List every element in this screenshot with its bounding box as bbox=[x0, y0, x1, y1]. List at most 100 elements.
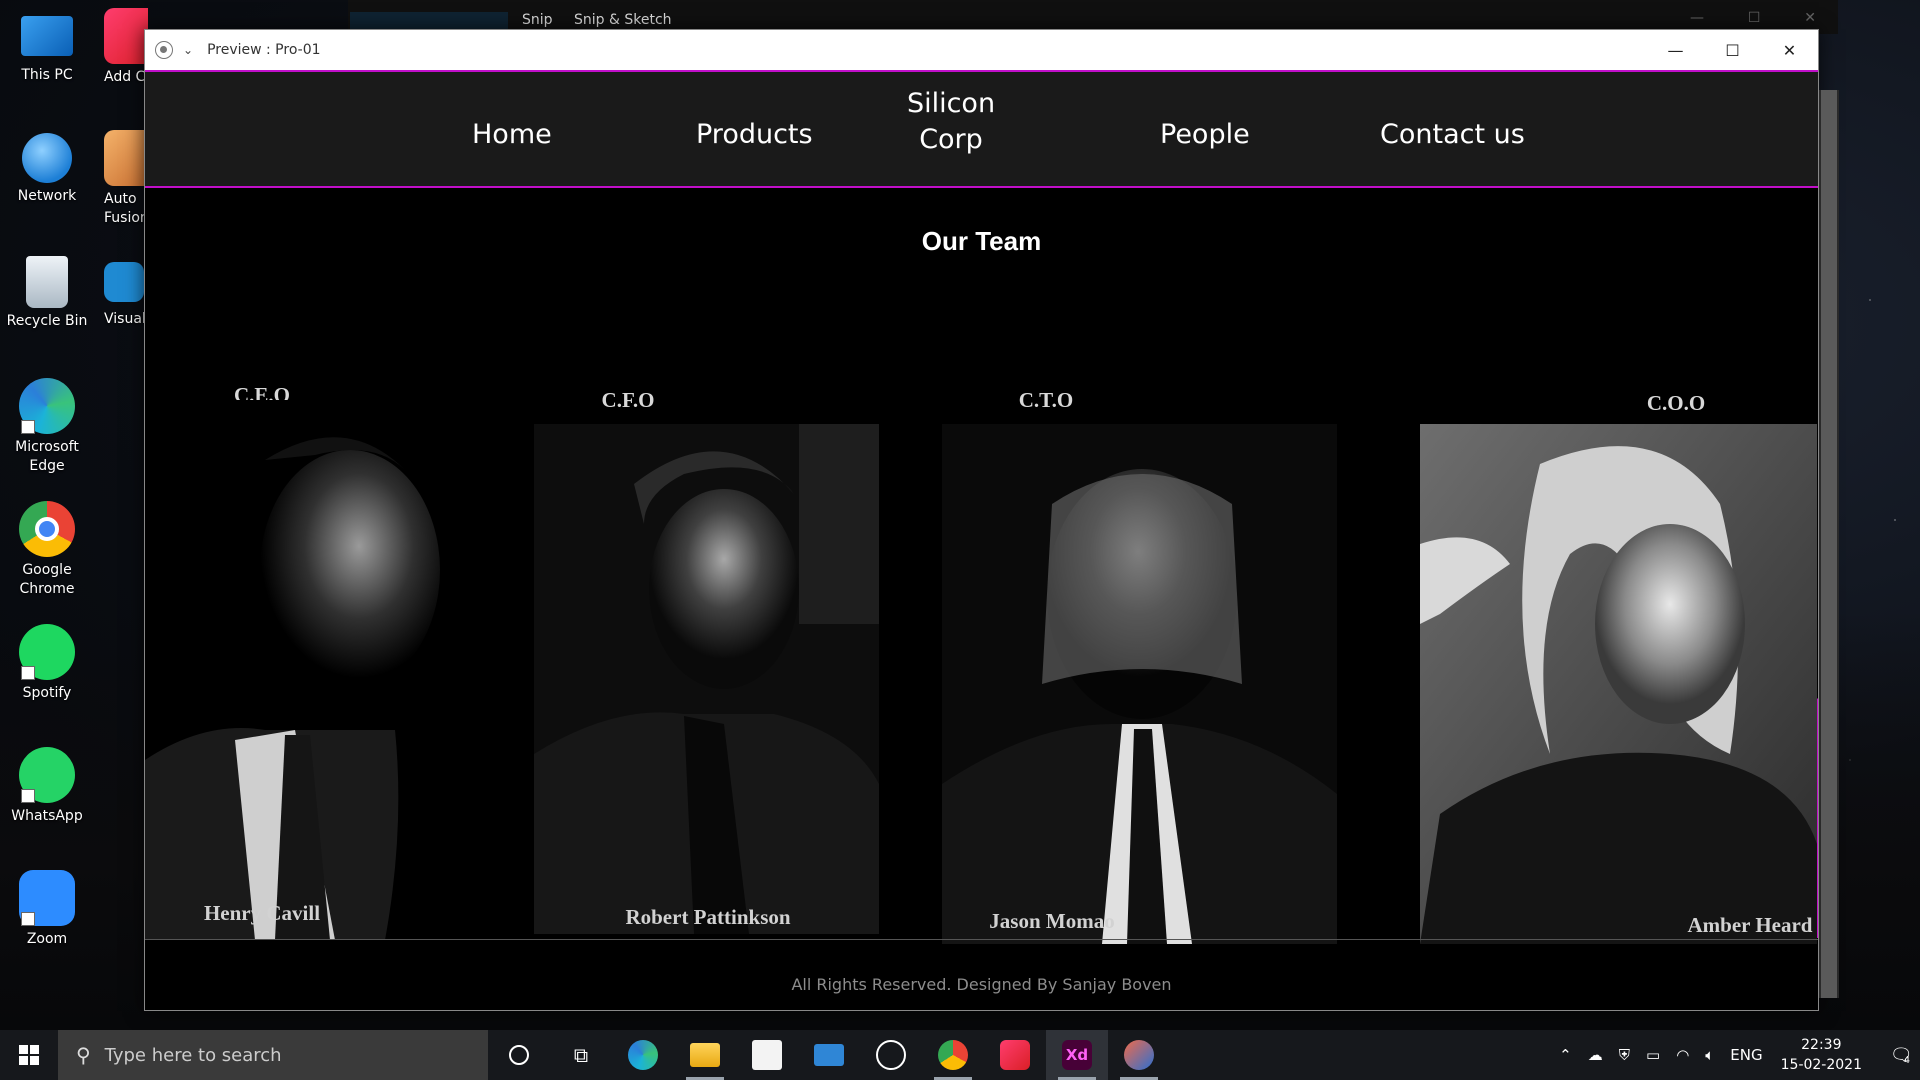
desktop-icon-label: Add Crea bbox=[104, 69, 148, 85]
task-view-button[interactable]: ⧉ bbox=[550, 1030, 612, 1080]
site-navbar: Home Products Silicon Corp People Contac… bbox=[145, 70, 1818, 188]
desktop-icon-zoom[interactable]: Zoom bbox=[0, 870, 94, 949]
taskbar-store[interactable] bbox=[736, 1030, 798, 1080]
search-icon: ⚲ bbox=[76, 1043, 91, 1067]
defender-icon[interactable]: ⛨ bbox=[1619, 1046, 1630, 1064]
desktop-icon-label: Microsoft Edge bbox=[15, 439, 79, 474]
member-photo bbox=[942, 424, 1337, 944]
desktop-icon-label: WhatsApp bbox=[11, 808, 83, 824]
close-button[interactable]: ✕ bbox=[1761, 30, 1818, 70]
chrome-icon bbox=[19, 501, 75, 557]
clock-date: 15-02-2021 bbox=[1780, 1057, 1862, 1073]
desktop-icon-label: Auto Fusion bbox=[104, 191, 148, 226]
desktop-icon-label: Spotify bbox=[22, 685, 72, 701]
member-name: Henry Cavill bbox=[203, 901, 321, 925]
creative-cloud-icon bbox=[1000, 1040, 1030, 1070]
taskbar-file-explorer[interactable] bbox=[674, 1030, 736, 1080]
store-icon bbox=[752, 1040, 782, 1070]
desktop-icon-label: Google Chrome bbox=[19, 562, 75, 597]
window-controls: — ☐ ✕ bbox=[1647, 30, 1818, 70]
site-brand[interactable]: Silicon Corp bbox=[896, 86, 1006, 158]
whatsapp-icon bbox=[19, 747, 75, 803]
page-scrollbar[interactable] bbox=[1819, 90, 1839, 998]
desktop-icon-label: Visual Co bbox=[104, 311, 148, 327]
clock-time: 22:39 bbox=[1801, 1037, 1842, 1053]
minimize-button[interactable]: — bbox=[1647, 30, 1704, 70]
notification-center-button[interactable]: 🗨︎ 4 bbox=[1880, 1030, 1920, 1080]
desktop-icon-chrome[interactable]: Google Chrome bbox=[0, 501, 94, 599]
desktop-icon-this-pc[interactable]: This PC bbox=[0, 10, 94, 85]
dell-icon bbox=[876, 1040, 906, 1070]
computer-icon bbox=[21, 16, 73, 56]
desktop-icon-label: Zoom bbox=[26, 931, 68, 947]
taskbar: ⚲ Type here to search ⧉ Xd ⌃ ☁ ⛨ ▭ ◠ 🔈︎ … bbox=[0, 1030, 1920, 1080]
taskbar-adobe-xd[interactable]: Xd bbox=[1046, 1030, 1108, 1080]
member-role: C.F.O bbox=[601, 388, 655, 412]
desktop-icon-creative-cloud[interactable]: Add Crea bbox=[104, 8, 148, 87]
member-photo bbox=[1420, 424, 1817, 944]
member-name: Amber Heard bbox=[1687, 913, 1813, 937]
language-indicator[interactable]: ENG bbox=[1730, 1046, 1762, 1064]
desktop-icon-label: Recycle Bin bbox=[6, 313, 88, 329]
wifi-icon[interactable]: ◠ bbox=[1676, 1046, 1689, 1064]
windows-logo-icon bbox=[19, 1045, 39, 1065]
nav-products-link[interactable]: Products bbox=[696, 119, 813, 150]
onedrive-cloud-icon[interactable]: ☁ bbox=[1588, 1046, 1603, 1064]
record-icon[interactable] bbox=[155, 41, 173, 59]
notification-count: 4 bbox=[1903, 1054, 1911, 1066]
desktop-icons-col2: Add Crea Auto Fusion Visual Co bbox=[104, 0, 148, 370]
brand-line-1: Silicon bbox=[906, 88, 996, 119]
taskbar-edge[interactable] bbox=[612, 1030, 674, 1080]
desktop-icon-edge[interactable]: Microsoft Edge bbox=[0, 378, 94, 476]
cortana-icon bbox=[509, 1045, 529, 1065]
member-name: Jason Momao bbox=[989, 909, 1115, 933]
member-role: C.T.O bbox=[1018, 388, 1074, 412]
creative-cloud-icon bbox=[104, 8, 148, 64]
spotify-icon bbox=[19, 624, 75, 680]
nav-contact-link[interactable]: Contact us bbox=[1380, 119, 1525, 150]
edge-icon bbox=[628, 1040, 658, 1070]
desktop-icon-network[interactable]: Network bbox=[0, 133, 94, 206]
scrollbar-thumb[interactable] bbox=[1821, 90, 1837, 998]
autodesk-fusion-icon bbox=[104, 130, 148, 186]
window-titlebar[interactable]: ⌄ Preview : Pro-01 — ☐ ✕ bbox=[145, 30, 1818, 70]
clock[interactable]: 22:39 15-02-2021 bbox=[1781, 1035, 1862, 1075]
chevron-down-icon[interactable]: ⌄ bbox=[183, 43, 193, 57]
desktop-icon-vscode[interactable]: Visual Co bbox=[104, 262, 148, 329]
taskbar-search[interactable]: ⚲ Type here to search bbox=[58, 1030, 488, 1080]
desktop-icon-label: This PC bbox=[21, 67, 73, 83]
recycle-bin-icon bbox=[26, 256, 68, 308]
desktop-icon-recycle-bin[interactable]: Recycle Bin bbox=[0, 256, 94, 331]
snip-sketch-icon bbox=[1124, 1040, 1154, 1070]
system-tray: ⌃ ☁ ⛨ ▭ ◠ 🔈︎ ENG 22:39 15-02-2021 🗨︎ 4 bbox=[1551, 1030, 1920, 1080]
task-view-icon: ⧉ bbox=[573, 1043, 589, 1067]
taskbar-mail[interactable] bbox=[798, 1030, 860, 1080]
taskbar-creative-cloud[interactable] bbox=[984, 1030, 1046, 1080]
member-photo bbox=[145, 400, 505, 940]
chrome-icon bbox=[938, 1040, 968, 1070]
snip-window-title: Snip & Sketch bbox=[574, 12, 672, 28]
chevron-up-icon[interactable]: ⌃ bbox=[1559, 1046, 1572, 1064]
maximize-button[interactable]: ☐ bbox=[1704, 30, 1761, 70]
desktop-icon-whatsapp[interactable]: WhatsApp bbox=[0, 747, 94, 826]
search-placeholder: Type here to search bbox=[104, 1044, 282, 1066]
desktop-icon-fusion[interactable]: Auto Fusion bbox=[104, 130, 148, 228]
cortana-button[interactable] bbox=[488, 1030, 550, 1080]
brand-line-2: Corp bbox=[919, 124, 983, 155]
adobe-xd-icon: Xd bbox=[1062, 1040, 1092, 1070]
start-button[interactable] bbox=[0, 1030, 58, 1080]
network-globe-icon bbox=[22, 133, 72, 183]
vscode-icon bbox=[104, 262, 144, 302]
mail-icon bbox=[814, 1044, 844, 1066]
edge-icon bbox=[19, 378, 75, 434]
window-title: Preview : Pro-01 bbox=[207, 42, 321, 58]
taskbar-dell[interactable] bbox=[860, 1030, 922, 1080]
nav-home-link[interactable]: Home bbox=[472, 119, 552, 150]
taskbar-chrome[interactable] bbox=[922, 1030, 984, 1080]
battery-icon[interactable]: ▭ bbox=[1646, 1046, 1660, 1064]
volume-icon[interactable]: 🔈︎ bbox=[1705, 1046, 1714, 1064]
section-title: Our Team bbox=[921, 226, 1042, 256]
taskbar-snip-sketch[interactable] bbox=[1108, 1030, 1170, 1080]
desktop-icon-spotify[interactable]: Spotify bbox=[0, 624, 94, 703]
nav-people-link[interactable]: People bbox=[1160, 119, 1250, 150]
